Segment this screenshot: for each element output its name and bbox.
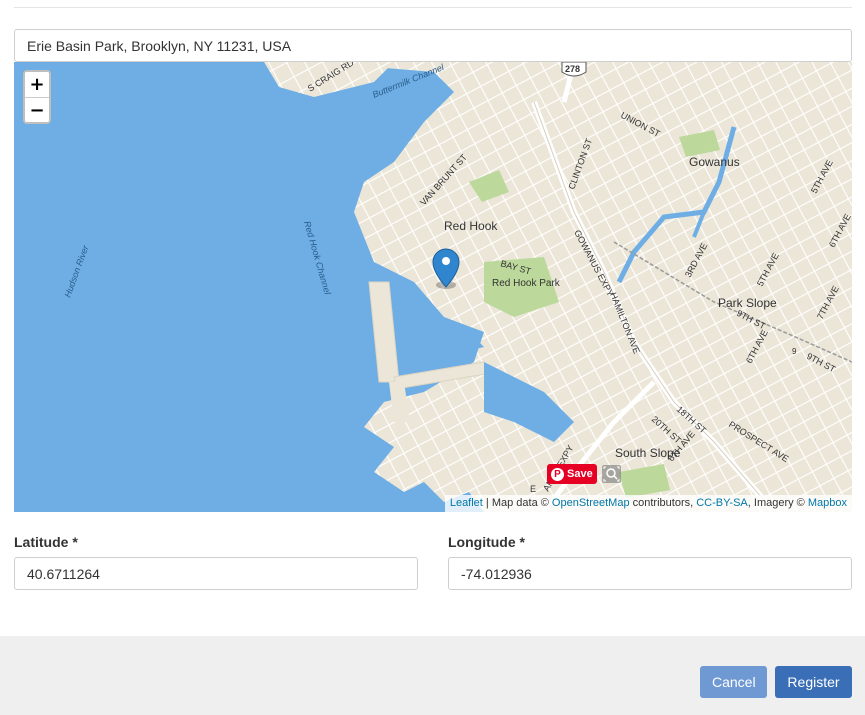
zoom-control: + −	[23, 70, 51, 124]
attribution-imagery: , Imagery ©	[747, 497, 808, 509]
pinterest-save-button[interactable]: P Save	[547, 464, 597, 484]
cancel-button[interactable]: Cancel	[700, 666, 767, 698]
label-hwy-278: 278	[565, 64, 580, 74]
label-red-hook-park: Red Hook Park	[492, 278, 561, 289]
map-view[interactable]: S CRAIG RD Buttermilk Channel 278 UNION …	[14, 62, 852, 512]
top-divider	[14, 7, 852, 8]
longitude-input[interactable]	[448, 557, 852, 590]
map-attribution: Leaflet | Map data © OpenStreetMap contr…	[444, 495, 852, 512]
pinterest-icon: P	[551, 467, 564, 481]
latitude-input[interactable]	[14, 557, 418, 590]
attribution-map-data: | Map data ©	[482, 497, 552, 509]
longitude-label: Longitude *	[448, 534, 525, 550]
label-red-hook: Red Hook	[444, 219, 498, 233]
label-park-slope: Park Slope	[718, 296, 777, 310]
save-label: Save	[567, 468, 593, 480]
address-search-input[interactable]	[14, 29, 852, 62]
pier-left	[368, 281, 400, 383]
zoom-out-button[interactable]: −	[25, 97, 49, 122]
mapbox-link[interactable]: Mapbox	[808, 497, 847, 509]
map-canvas[interactable]: S CRAIG RD Buttermilk Channel 278 UNION …	[14, 62, 852, 512]
visual-search-icon[interactable]	[602, 465, 621, 483]
label-red-hook-channel: Red Hook Channel	[302, 220, 333, 297]
latitude-label: Latitude *	[14, 534, 78, 550]
register-button[interactable]: Register	[775, 666, 852, 698]
attribution-contributors: contributors,	[629, 497, 697, 509]
label-gowanus: Gowanus	[689, 155, 740, 169]
zoom-in-button[interactable]: +	[25, 72, 49, 97]
label-e-fragment: E	[530, 484, 536, 494]
erie-basin	[412, 332, 484, 362]
label-hudson-river: Hudson River	[62, 243, 90, 299]
leaflet-link[interactable]: Leaflet	[450, 497, 483, 509]
label-9-fragment: 9	[792, 347, 797, 356]
license-link[interactable]: CC-BY-SA	[696, 497, 748, 509]
openstreetmap-link[interactable]: OpenStreetMap	[552, 497, 630, 509]
